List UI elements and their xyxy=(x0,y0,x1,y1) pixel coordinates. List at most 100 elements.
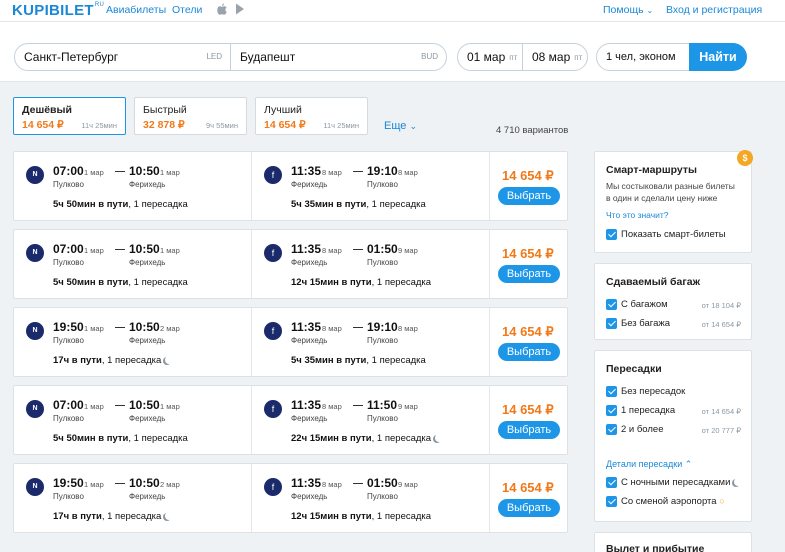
arrival-date: 1 мар xyxy=(160,246,180,255)
departure-date: 8 мар xyxy=(322,402,342,411)
top-nav: KUPIBILETRU Авиабилеты Отели Помощь ⌄ Вх… xyxy=(0,0,785,22)
airline-logo-icon: N xyxy=(26,478,44,496)
arrival-time: 10:50 xyxy=(129,476,160,490)
result-card[interactable]: N 07:00 1 мар 10:50 1 мар Пулково Ферихе… xyxy=(13,151,568,221)
panel-title: Смарт-маршруты xyxy=(606,164,697,176)
checkbox-smart-tickets[interactable] xyxy=(606,229,617,240)
route-line xyxy=(115,483,125,484)
more-sort-options[interactable]: Еще ⌄ xyxy=(384,120,417,132)
departure-date-value: 01 мар xyxy=(467,50,506,64)
ticket-price: 14 654 ₽ xyxy=(502,168,554,183)
checkbox-label: С ночными пересадками xyxy=(621,477,742,488)
transfer-details-toggle[interactable]: Детали пересадки ⌃ xyxy=(606,459,692,470)
checkbox-airport-change[interactable] xyxy=(606,496,617,507)
checkbox-one-transfer[interactable] xyxy=(606,405,617,416)
nav-hotels[interactable]: Отели xyxy=(172,4,202,16)
return-date-value: 08 мар xyxy=(532,50,571,64)
checkbox-with-baggage[interactable] xyxy=(606,299,617,310)
select-button[interactable]: Выбрать xyxy=(498,499,560,517)
airline-logo-icon: f xyxy=(264,478,282,496)
moon-icon xyxy=(734,478,742,486)
sort-tab-title: Лучший xyxy=(264,104,302,116)
sort-tab-price: 14 654 ₽ xyxy=(22,119,64,131)
departure-airport: Ферихедь xyxy=(291,180,328,189)
departure-time: 11:35 xyxy=(291,164,322,178)
select-button[interactable]: Выбрать xyxy=(498,343,560,361)
airline-logo-icon: N xyxy=(26,244,44,262)
route-line xyxy=(115,249,125,250)
arrival-airport: Пулково xyxy=(367,492,398,501)
trip-duration: 22ч 15мин в пути, 1 пересадка xyxy=(291,433,443,444)
search-button[interactable]: Найти xyxy=(689,43,747,71)
out-segment: N 07:00 1 мар 10:50 1 мар Пулково Ферихе… xyxy=(14,230,252,298)
nav-flights[interactable]: Авиабилеты xyxy=(106,4,166,16)
apple-icon[interactable] xyxy=(217,3,227,18)
trip-duration: 5ч 50мин в пути, 1 пересадка xyxy=(53,199,188,210)
departure-airport: Ферихедь xyxy=(291,258,328,267)
arrival-time: 11:50 xyxy=(367,398,398,412)
sort-tab-best[interactable]: Лучший 14 654 ₽ 11ч 25мин xyxy=(255,97,368,135)
checkbox-label: Показать смарт-билеты xyxy=(621,229,726,240)
checkbox-night-transfers[interactable] xyxy=(606,477,617,488)
checkbox-without-baggage[interactable] xyxy=(606,318,617,329)
checkbox-label: 1 пересадка xyxy=(621,405,676,416)
result-card[interactable]: N 19:50 1 мар 10:50 2 мар Пулково Ферихе… xyxy=(13,463,568,533)
checkbox-two-plus-transfers[interactable] xyxy=(606,424,617,435)
trip-duration: 12ч 15мин в пути, 1 пересадка xyxy=(291,511,432,522)
help-menu[interactable]: Помощь ⌄ xyxy=(603,4,653,16)
airline-logo-icon: f xyxy=(264,400,282,418)
chevron-down-icon: ⌄ xyxy=(646,6,654,15)
moon-icon xyxy=(165,512,173,520)
select-button[interactable]: Выбрать xyxy=(498,187,560,205)
arrival-date: 1 мар xyxy=(160,402,180,411)
result-card[interactable]: N 07:00 1 мар 10:50 1 мар Пулково Ферихе… xyxy=(13,229,568,299)
moon-icon xyxy=(435,434,443,442)
select-button[interactable]: Выбрать xyxy=(498,265,560,283)
destination-field[interactable]: Будапешт BUD xyxy=(230,43,447,71)
sort-tab-duration: 9ч 55мин xyxy=(206,121,238,130)
trip-duration: 17ч в пути, 1 пересадка xyxy=(53,355,173,366)
departure-airport: Пулково xyxy=(53,336,84,345)
smart-routes-info-link[interactable]: Что это значит? xyxy=(606,210,669,220)
trip-duration: 12ч 15мин в пути, 1 пересадка xyxy=(291,277,432,288)
return-date-field[interactable]: 08 мар пт xyxy=(522,43,588,71)
back-segment: f 11:35 8 мар 19:10 8 мар Ферихедь Пулко… xyxy=(252,152,490,220)
select-button[interactable]: Выбрать xyxy=(498,421,560,439)
site-logo[interactable]: KUPIBILETRU xyxy=(12,2,104,19)
option-price: от 20 777 ₽ xyxy=(701,426,741,435)
option-price: от 14 654 ₽ xyxy=(701,320,741,329)
origin-field[interactable]: Санкт-Петербург LED xyxy=(14,43,231,71)
result-card[interactable]: N 19:50 1 мар 10:50 2 мар Пулково Ферихе… xyxy=(13,307,568,377)
departure-time: 11:35 xyxy=(291,320,322,334)
back-segment: f 11:35 8 мар 01:50 9 мар Ферихедь Пулко… xyxy=(252,230,490,298)
route-line xyxy=(353,249,363,250)
departure-date: 1 мар xyxy=(84,168,104,177)
arrival-date: 1 мар xyxy=(160,168,180,177)
ticket-price: 14 654 ₽ xyxy=(502,480,554,495)
arrival-date: 2 мар xyxy=(160,480,180,489)
airline-logo-icon: f xyxy=(264,322,282,340)
back-segment: f 11:35 8 мар 01:50 9 мар Ферихедь Пулко… xyxy=(252,464,490,532)
departure-date: 8 мар xyxy=(322,246,342,255)
arrival-date: 8 мар xyxy=(398,168,418,177)
sort-tab-cheapest[interactable]: Дешёвый 14 654 ₽ 11ч 25мин xyxy=(13,97,126,135)
login-link[interactable]: Вход и регистрация xyxy=(666,4,762,16)
checkbox-no-transfers[interactable] xyxy=(606,386,617,397)
departure-airport: Ферихедь xyxy=(291,414,328,423)
departure-date-field[interactable]: 01 мар пт xyxy=(457,43,523,71)
price-column: 14 654 ₽ Выбрать xyxy=(490,152,568,220)
sort-tab-fastest[interactable]: Быстрый 32 878 ₽ 9ч 55мин xyxy=(134,97,247,135)
ticket-price: 14 654 ₽ xyxy=(502,324,554,339)
passengers-field[interactable]: 1 чел, эконом xyxy=(596,43,691,71)
trip-duration: 5ч 50мин в пути, 1 пересадка xyxy=(53,277,188,288)
result-card[interactable]: N 07:00 1 мар 10:50 1 мар Пулково Ферихе… xyxy=(13,385,568,455)
variants-count: 4 710 вариантов xyxy=(496,125,569,136)
arrival-date: 8 мар xyxy=(398,324,418,333)
departure-time: 19:50 xyxy=(53,320,84,334)
google-play-icon[interactable] xyxy=(235,3,245,18)
trip-duration: 5ч 50мин в пути, 1 пересадка xyxy=(53,433,188,444)
departure-time: 11:35 xyxy=(291,476,322,490)
departure-date: 8 мар xyxy=(322,168,342,177)
back-segment: f 11:35 8 мар 11:50 9 мар Ферихедь Пулко… xyxy=(252,386,490,454)
checkbox-label: Со сменой аэропорта ○ xyxy=(621,496,725,507)
